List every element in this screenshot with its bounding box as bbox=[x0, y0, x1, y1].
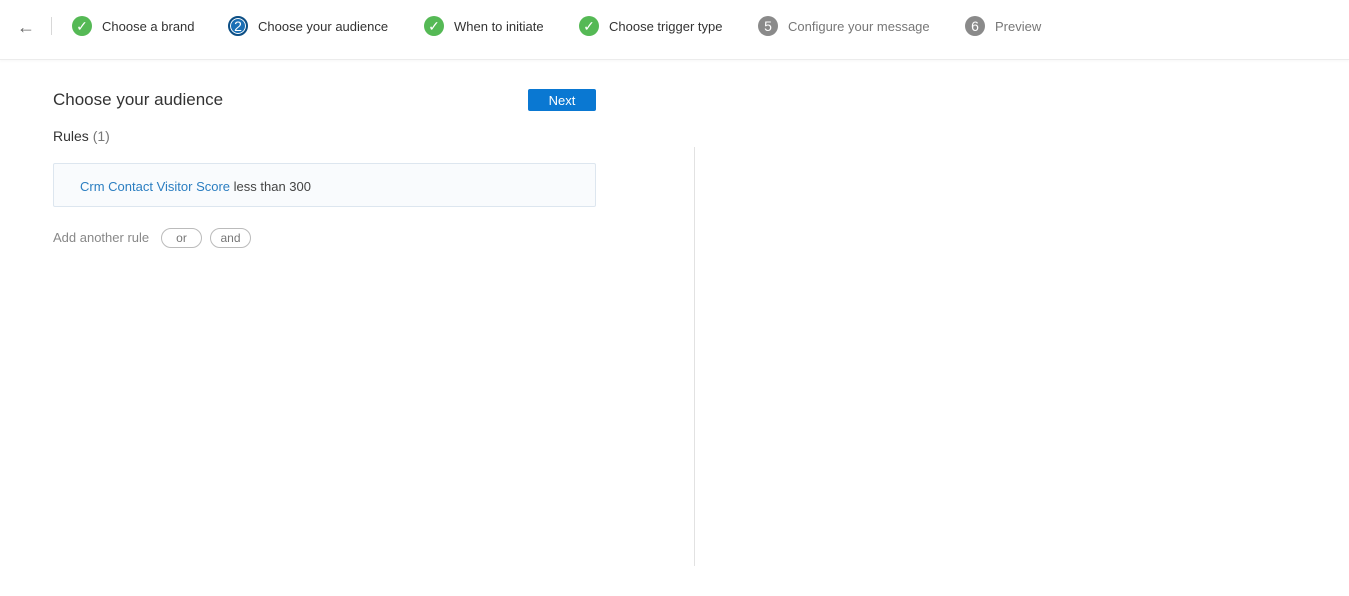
rule-condition: less than 300 bbox=[233, 179, 311, 194]
step-configure-message[interactable]: 5 Configure your message bbox=[758, 15, 930, 37]
rules-count: (1) bbox=[92, 128, 110, 144]
step-label: Choose trigger type bbox=[609, 18, 723, 34]
rule-text: Crm Contact Visitor Score less than 300 bbox=[80, 179, 311, 194]
step-choose-brand[interactable]: ✓ Choose a brand bbox=[72, 15, 195, 37]
step-choose-audience[interactable]: 2 Choose your audience bbox=[228, 15, 388, 37]
step-label: Choose a brand bbox=[102, 18, 195, 34]
add-rule-label: Add another rule bbox=[53, 230, 150, 245]
wizard-header: ← ✓ Choose a brand 2 Choose your audienc… bbox=[0, 0, 1349, 60]
check-icon: ✓ bbox=[72, 16, 92, 36]
or-button[interactable]: or bbox=[161, 228, 202, 248]
arrow-left-icon: ← bbox=[17, 17, 35, 37]
and-button[interactable]: and bbox=[210, 228, 251, 248]
rule-item[interactable]: Crm Contact Visitor Score less than 300 bbox=[53, 163, 596, 207]
rules-heading: Rules (1) bbox=[53, 128, 110, 144]
page-title: Choose your audience bbox=[53, 90, 224, 109]
step-number-badge: 6 bbox=[965, 16, 985, 36]
back-button[interactable]: ← bbox=[17, 17, 37, 37]
step-label: When to initiate bbox=[454, 18, 544, 34]
step-choose-trigger-type[interactable]: ✓ Choose trigger type bbox=[579, 15, 722, 37]
rules-label: Rules bbox=[53, 128, 89, 144]
step-label: Configure your message bbox=[788, 18, 930, 34]
step-label: Choose your audience bbox=[258, 18, 389, 34]
step-number-badge: 5 bbox=[758, 16, 778, 36]
header-divider bbox=[51, 17, 52, 35]
step-preview[interactable]: 6 Preview bbox=[965, 15, 1041, 37]
next-button[interactable]: Next bbox=[528, 89, 596, 111]
step-label: Preview bbox=[995, 18, 1042, 34]
check-icon: ✓ bbox=[424, 16, 444, 36]
panel-divider bbox=[694, 147, 695, 566]
rule-field-link[interactable]: Crm Contact Visitor Score bbox=[80, 179, 230, 194]
check-icon: ✓ bbox=[579, 16, 599, 36]
step-number-badge: 2 bbox=[228, 16, 248, 36]
step-when-to-initiate[interactable]: ✓ When to initiate bbox=[424, 15, 544, 37]
